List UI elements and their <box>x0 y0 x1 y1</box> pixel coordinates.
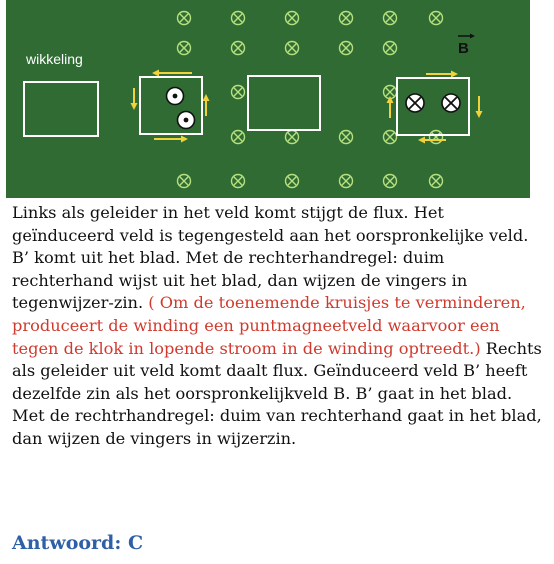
answer-label: Antwoord: C <box>12 532 144 554</box>
coil-induction-diagram: wikkeling B <box>6 0 530 198</box>
field-b-letter: B <box>458 40 469 57</box>
explanation-text: Links als geleider in het veld komt stij… <box>12 202 548 451</box>
coil-label: wikkeling <box>25 51 83 67</box>
